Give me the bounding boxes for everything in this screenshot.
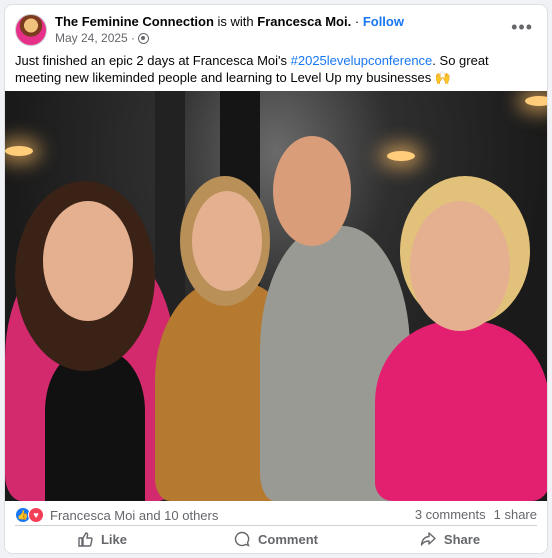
love-reaction-icon: ♥: [28, 507, 44, 523]
reaction-summary[interactable]: 👍 ♥ Francesca Moi and 10 others: [15, 507, 218, 523]
like-label: Like: [100, 531, 127, 547]
is-with-text: is with: [217, 14, 254, 29]
stats-right: 3 comments 1 share: [415, 507, 537, 522]
post-header: The Feminine Connection is with Francesc…: [13, 13, 539, 49]
comment-button[interactable]: Comment: [189, 527, 363, 551]
face: [410, 201, 510, 331]
comments-count[interactable]: 3 comments: [415, 507, 486, 522]
comment-label: Comment: [258, 531, 318, 547]
engagement-stats: 👍 ♥ Francesca Moi and 10 others 3 commen…: [15, 507, 537, 527]
comment-bubble-icon: [234, 531, 250, 547]
person-silhouette: [45, 351, 145, 501]
follow-button[interactable]: Follow: [363, 14, 404, 29]
post-subline: May 24, 2025 ·: [55, 31, 150, 45]
tagged-person[interactable]: Francesca Moi.: [257, 14, 351, 29]
author-avatar[interactable]: [15, 14, 47, 46]
face: [43, 201, 133, 321]
person-silhouette: [375, 321, 547, 501]
ceiling-light: [525, 96, 547, 106]
post-photo[interactable]: [5, 91, 547, 501]
separator-dot: ·: [354, 14, 360, 29]
ceiling-light: [387, 151, 415, 161]
more-options-icon[interactable]: •••: [511, 17, 533, 38]
share-button[interactable]: Share: [363, 527, 537, 551]
share-label: Share: [443, 531, 481, 547]
post-text-before: Just finished an epic 2 days at Francesc…: [15, 53, 291, 68]
globe-icon: [138, 32, 150, 44]
share-arrow-icon: [420, 532, 436, 546]
post-meta: The Feminine Connection is with Francesc…: [55, 14, 404, 30]
post-card: The Feminine Connection is with Francesc…: [4, 4, 548, 554]
thumbs-up-icon: [78, 532, 93, 547]
ceiling-light: [5, 146, 33, 156]
shares-count[interactable]: 1 share: [494, 507, 537, 522]
post-date[interactable]: May 24, 2025 ·: [55, 31, 135, 45]
face: [273, 136, 351, 246]
action-bar: Like Comment Share: [15, 527, 537, 551]
post-text: Just finished an epic 2 days at Francesc…: [15, 52, 535, 86]
author-name[interactable]: The Feminine Connection: [55, 14, 214, 29]
like-button[interactable]: Like: [15, 527, 189, 551]
divider: [15, 525, 537, 526]
reaction-names[interactable]: Francesca Moi and 10 others: [50, 508, 218, 523]
face: [192, 191, 262, 291]
hashtag-link[interactable]: #2025levelupconference: [291, 53, 433, 68]
